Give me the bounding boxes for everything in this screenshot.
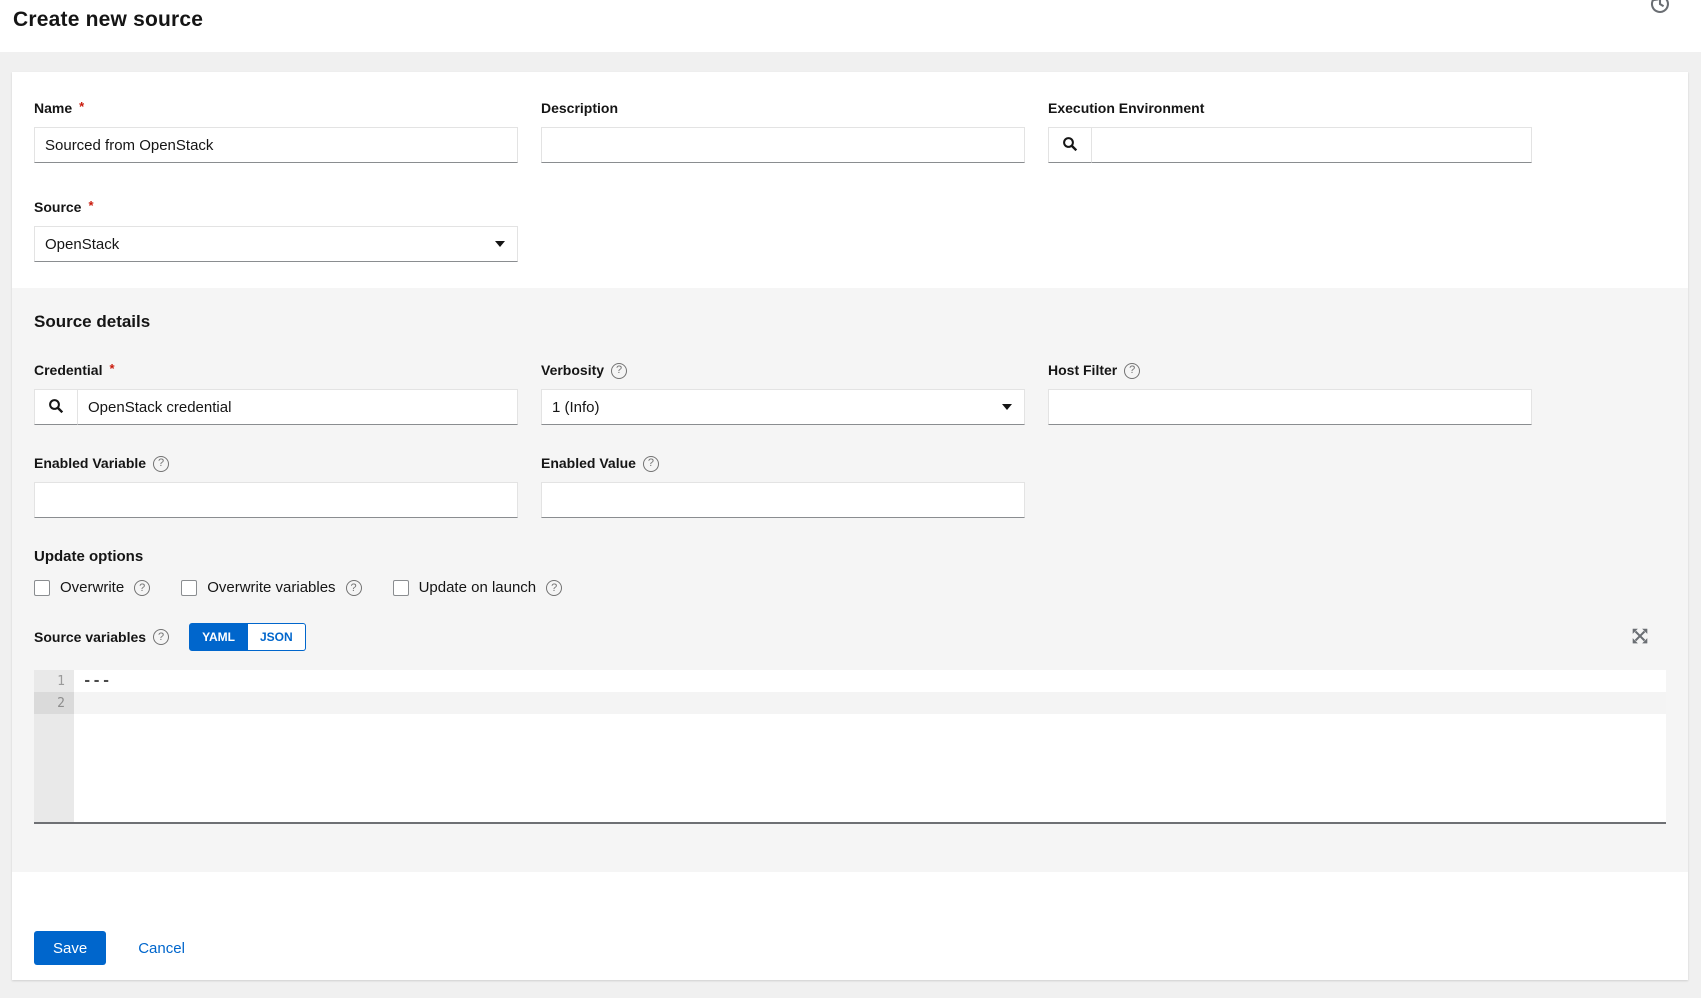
host-filter-field-group: Host Filter ? [1048,362,1532,425]
enabled-value-label: Enabled Value [541,455,636,472]
verbosity-select[interactable]: 1 (Info) [541,389,1025,425]
expand-icon [1631,633,1649,648]
execution-environment-input[interactable] [1092,127,1532,163]
editor-line-active: 2 [34,692,1666,714]
create-source-card: Name * Description Execution Environment [12,72,1688,980]
credential-input[interactable] [78,389,518,425]
question-circle-icon[interactable]: ? [153,456,169,472]
editor-blank-content[interactable] [74,714,1666,822]
source-select-value: OpenStack [45,236,119,253]
search-icon [1062,136,1078,155]
editor-line-number: 2 [34,692,74,714]
name-input[interactable] [34,127,518,163]
search-icon [48,398,64,417]
caret-down-icon [495,241,505,247]
history-button[interactable] [1649,0,1671,15]
enabled-value-input[interactable] [541,482,1025,518]
editor-line-number: 1 [34,670,74,692]
editor-empty-area [34,714,1666,822]
overwrite-variables-checkbox-item: Overwrite variables ? [181,579,361,596]
source-variables-label: Source variables [34,629,146,646]
question-circle-icon[interactable]: ? [643,456,659,472]
question-circle-icon[interactable]: ? [153,629,169,645]
source-details-title: Source details [34,312,1666,332]
question-circle-icon[interactable]: ? [346,580,362,596]
description-field-group: Description [541,100,1025,163]
update-on-launch-checkbox[interactable] [393,580,409,596]
overwrite-checkbox[interactable] [34,580,50,596]
required-asterisk: * [88,197,93,214]
description-label: Description [541,100,618,117]
enabled-variable-input[interactable] [34,482,518,518]
editor-gutter [34,714,74,822]
credential-field-group: Credential * [34,362,518,425]
variables-mode-toggle: YAML JSON [189,623,306,651]
execution-environment-label: Execution Environment [1048,100,1204,117]
form-actions: Save Cancel [12,872,1688,980]
execution-environment-search-button[interactable] [1048,127,1092,163]
json-toggle-button[interactable]: JSON [248,623,306,651]
enabled-value-field-group: Enabled Value ? [541,455,1025,518]
source-label: Source [34,199,81,216]
yaml-toggle-button[interactable]: YAML [189,623,248,651]
name-label: Name [34,100,72,117]
required-asterisk: * [109,360,114,377]
question-circle-icon[interactable]: ? [134,580,150,596]
expand-editor-button[interactable] [1630,627,1650,647]
host-filter-label: Host Filter [1048,362,1117,379]
content-area: Name * Description Execution Environment [0,52,1701,998]
cancel-button[interactable]: Cancel [138,931,185,965]
verbosity-select-value: 1 (Info) [552,399,600,416]
editor-line-content[interactable] [74,692,1666,714]
source-select[interactable]: OpenStack [34,226,518,262]
source-field-group: Source * OpenStack [34,199,518,262]
question-circle-icon[interactable]: ? [611,363,627,379]
question-circle-icon[interactable]: ? [546,580,562,596]
required-asterisk: * [79,98,84,115]
source-variables-row: Source variables ? YAML JSON [34,622,1666,652]
history-icon [1649,3,1671,18]
enabled-variable-label: Enabled Variable [34,455,146,472]
execution-environment-field-group: Execution Environment [1048,100,1532,163]
caret-down-icon [1002,404,1012,410]
page-title: Create new source [13,8,1701,32]
source-details-section: Source details Credential * [12,288,1688,872]
page-header: Create new source [0,0,1701,52]
update-options-label: Update options [34,548,1666,565]
credential-label: Credential [34,362,102,379]
save-button[interactable]: Save [34,931,106,965]
name-field-group: Name * [34,100,518,163]
update-on-launch-checkbox-item: Update on launch ? [393,579,563,596]
form-top-section: Name * Description Execution Environment [12,72,1688,288]
update-on-launch-checkbox-label: Update on launch [419,579,537,596]
overwrite-checkbox-label: Overwrite [60,579,124,596]
overwrite-checkbox-item: Overwrite ? [34,579,150,596]
enabled-variable-field-group: Enabled Variable ? [34,455,518,518]
editor-line-content[interactable]: --- [74,670,1666,692]
verbosity-field-group: Verbosity ? 1 (Info) [541,362,1025,425]
editor-line: 1 --- [34,670,1666,692]
verbosity-label: Verbosity [541,362,604,379]
host-filter-input[interactable] [1048,389,1532,425]
update-options-row: Overwrite ? Overwrite variables ? Update… [34,579,1666,596]
description-input[interactable] [541,127,1025,163]
overwrite-variables-checkbox-label: Overwrite variables [207,579,335,596]
source-variables-editor[interactable]: 1 --- 2 [34,670,1666,824]
question-circle-icon[interactable]: ? [1124,363,1140,379]
credential-search-button[interactable] [34,389,78,425]
overwrite-variables-checkbox[interactable] [181,580,197,596]
